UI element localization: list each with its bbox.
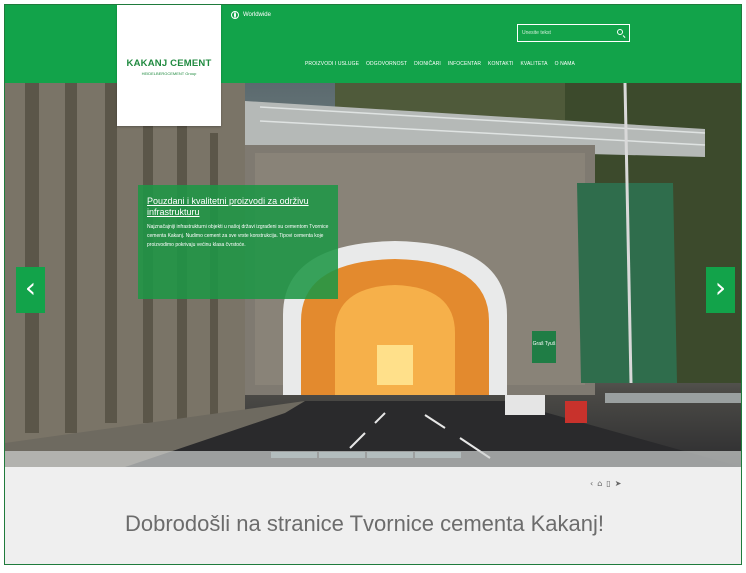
slide-caption: Pouzdani i kvalitetni proizvodi za održi…: [138, 185, 338, 299]
hero-image: Graš Tyuš: [5, 83, 741, 467]
nav-item-dionicari[interactable]: DIONIČARI: [414, 61, 441, 67]
search-input[interactable]: [522, 27, 610, 39]
slider-pagination: [271, 452, 461, 458]
nav-item-kvaliteta[interactable]: KVALITETA: [520, 61, 547, 67]
slider-next-button[interactable]: ›: [706, 267, 735, 313]
nav-item-o-nama[interactable]: O NAMA: [555, 61, 575, 67]
print-icon[interactable]: ⌂: [597, 479, 602, 488]
slide-caption-text: Najznačajniji infrastrukturni objekti u …: [147, 224, 329, 248]
nav-item-proizvodi[interactable]: PROIZVODI I USLUGE: [305, 61, 359, 67]
slider-prev-button[interactable]: ‹: [16, 267, 45, 313]
page-title: Dobrodošli na stranice Tvornice cementa …: [125, 511, 604, 536]
hero-slider: Graš Tyuš Pouzdani i kvalitetni proizvod…: [5, 83, 741, 467]
globe-icon: [231, 11, 239, 19]
share-toolbar: ‹ ⌂ ▯ ➤: [590, 479, 621, 488]
nav-item-infocentar[interactable]: INFOCENTAR: [448, 61, 481, 67]
share-icon[interactable]: ‹: [590, 479, 593, 488]
slide-caption-title[interactable]: Pouzdani i kvalitetni proizvodi za održi…: [147, 196, 337, 218]
logo-title: KAKANJ CEMENT: [126, 58, 212, 69]
delete-icon[interactable]: ▯: [606, 479, 610, 488]
logo-subtitle: HEIDELBERGCEMENT Group: [141, 71, 197, 76]
main-nav: PROIZVODI I USLUGE ODGOVORNOST DIONIČARI…: [305, 61, 575, 67]
send-icon[interactable]: ➤: [615, 479, 622, 488]
page: KAKANJ CEMENT HEIDELBERGCEMENT Group Wor…: [4, 4, 742, 565]
nav-item-kontakti[interactable]: KONTAKTI: [488, 61, 513, 67]
slider-dot[interactable]: [271, 452, 317, 458]
worldwide-label: Worldwide: [243, 12, 271, 18]
road-sign-text: Graš Tyuš: [533, 341, 556, 347]
logo[interactable]: KAKANJ CEMENT HEIDELBERGCEMENT Group: [117, 5, 221, 126]
worldwide-link[interactable]: Worldwide: [231, 11, 271, 19]
slider-dot[interactable]: [319, 452, 365, 458]
nav-item-odgovornost[interactable]: ODGOVORNOST: [366, 61, 407, 67]
main-content: ‹ ⌂ ▯ ➤ Dobrodošli na stranice Tvornice …: [5, 467, 741, 564]
search-box: [517, 24, 630, 42]
slider-dot[interactable]: [415, 452, 461, 458]
search-icon[interactable]: [617, 29, 623, 35]
header: KAKANJ CEMENT HEIDELBERGCEMENT Group Wor…: [5, 5, 741, 126]
slider-dot[interactable]: [367, 452, 413, 458]
